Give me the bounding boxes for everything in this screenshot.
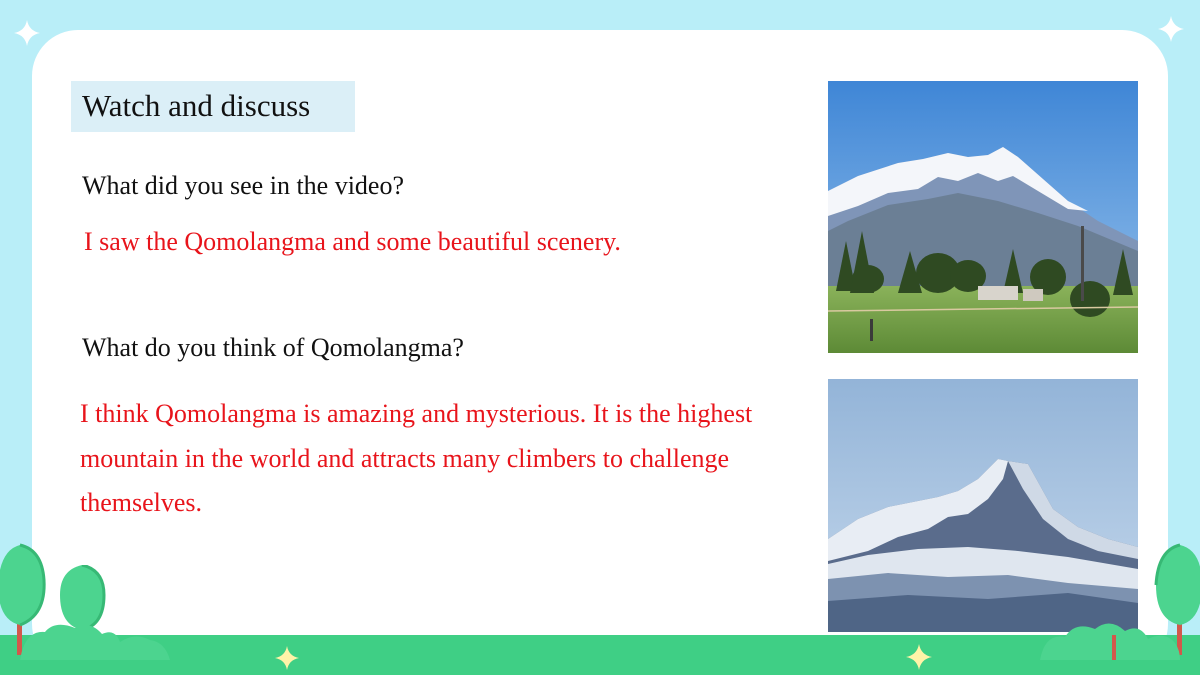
sparkle-icon: [1158, 16, 1184, 42]
grass-ground: [0, 635, 1200, 675]
sparkle-icon: [14, 20, 40, 46]
slide-title: Watch and discuss: [82, 88, 311, 123]
question-1: What did you see in the video?: [82, 171, 405, 200]
sparkle-icon: [275, 646, 299, 670]
answer-1: I saw the Qomolangma and some beautiful …: [84, 227, 621, 256]
bush-icon: [20, 624, 170, 660]
question-2: What do you think of Qomolangma?: [82, 333, 464, 362]
sparkle-icon: [906, 644, 932, 670]
bush-icon: [1040, 623, 1180, 660]
answer-2: I think Qomolangma is amazing and myster…: [80, 399, 753, 517]
qomolangma-peak-photo: [828, 379, 1138, 632]
snowy-mountain-valley-photo: [828, 81, 1138, 353]
